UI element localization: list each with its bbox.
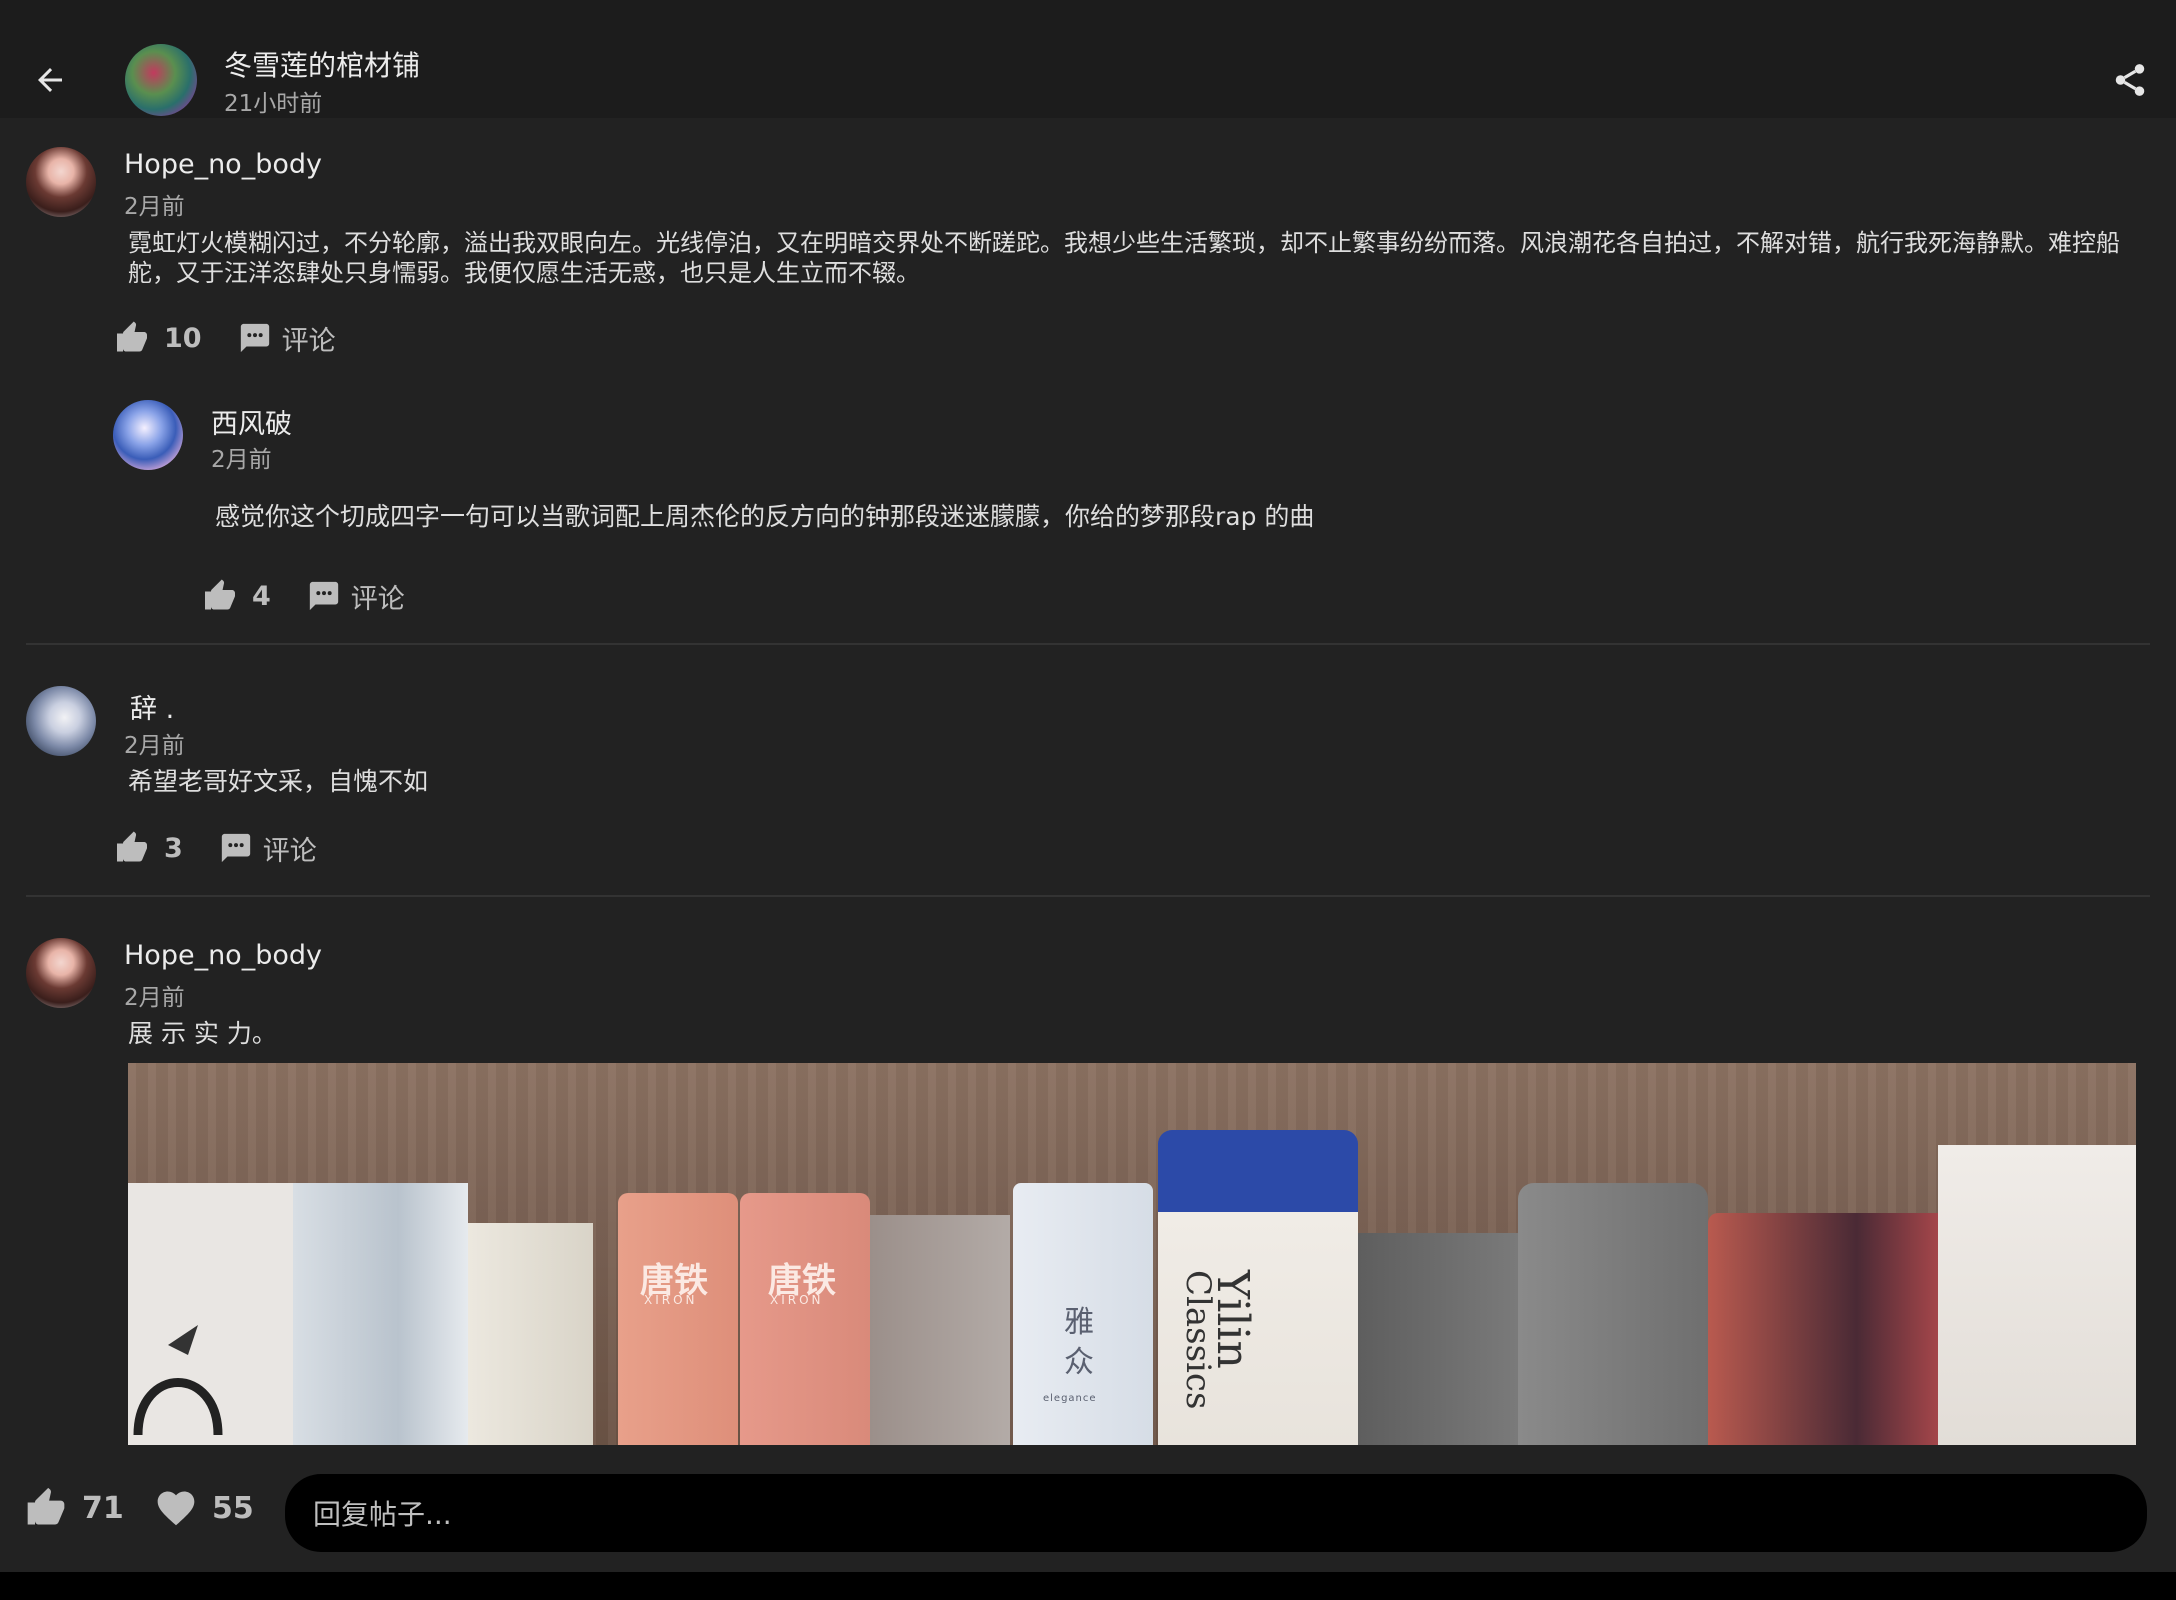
- book-brand-sub: XIRON: [644, 1293, 698, 1307]
- book-dark-grey: [1358, 1233, 1518, 1445]
- book-grey-plastic: [870, 1215, 1010, 1445]
- reply-input[interactable]: 回复帖子...: [285, 1474, 2147, 1552]
- comment-photo[interactable]: 唐铁 XIRON 唐铁 XIRON 雅众 elegance Yilin Clas…: [128, 1063, 2136, 1445]
- avatar[interactable]: [26, 938, 96, 1008]
- book-title-yazhong: 雅众: [1064, 1305, 1094, 1380]
- post-detail-screen: 冬雪莲的棺材铺 21小时前 Hope_no_body 2月前 霓虹灯火模糊闪过，…: [0, 0, 2176, 1572]
- comment-text: 展 示 实 力。: [128, 1019, 277, 1048]
- post-favorite-button[interactable]: 55: [154, 1486, 254, 1530]
- book-blue-white: [293, 1183, 468, 1445]
- book-grey-worn: [1518, 1183, 1708, 1445]
- book-brand-sub: XIRON: [770, 1293, 824, 1307]
- bottom-action-bar: 71 55 回复帖子...: [0, 1460, 2176, 1572]
- comment-time: 2月前: [124, 985, 185, 1011]
- book-peach-2: 唐铁 XIRON: [740, 1193, 870, 1445]
- book-white-yazhong: 雅众 elegance: [1013, 1183, 1153, 1445]
- system-nav-bar: [0, 1572, 2176, 1600]
- book-white-back: [1938, 1145, 2136, 1445]
- post-favorite-count: 55: [212, 1490, 254, 1526]
- book-yilin-classics: Yilin Classics: [1158, 1130, 1358, 1445]
- thumb-up-icon: [27, 1487, 65, 1525]
- book-sub-elegance: elegance: [1043, 1393, 1097, 1404]
- post-like-count: 71: [82, 1490, 124, 1526]
- post-like-button[interactable]: 71: [24, 1486, 124, 1530]
- book-title-classics: Classics: [1178, 1270, 1218, 1410]
- comment-username[interactable]: Hope_no_body: [124, 940, 322, 971]
- book-cream: [468, 1223, 593, 1445]
- heart-icon: [157, 1491, 195, 1526]
- comment-item: Hope_no_body 2月前 展 示 实 力。 唐铁 XIRON 唐铁 XI…: [0, 0, 2176, 1450]
- book-art-mark: [133, 1325, 223, 1436]
- book-peach-1: 唐铁 XIRON: [618, 1193, 738, 1445]
